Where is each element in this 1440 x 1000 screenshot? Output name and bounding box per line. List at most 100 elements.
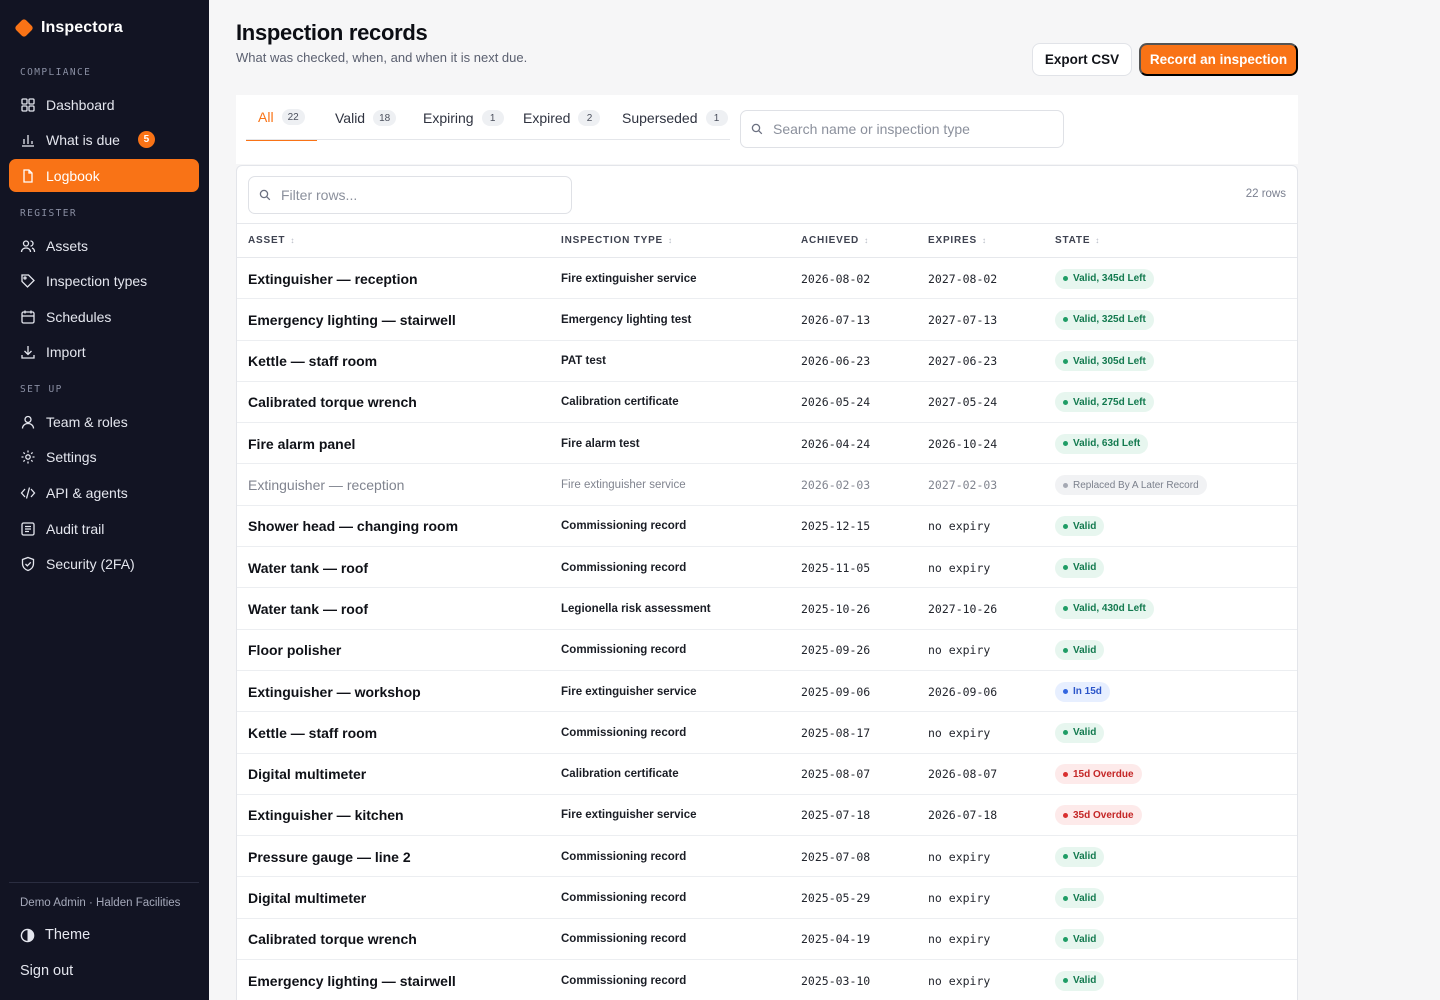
table-row[interactable]: Extinguisher — workshop Fire extinguisher…	[237, 671, 1297, 713]
table-row[interactable]: Pressure gauge — line 2 Commissioning rec…	[237, 836, 1297, 878]
table-row[interactable]: Shower head — changing room Commissioning…	[237, 506, 1297, 548]
achieved-date: 2025-12-15	[801, 519, 871, 534]
asset-name[interactable]: Extinguisher — workshop	[248, 671, 421, 712]
table-row[interactable]: Fire alarm panel Fire alarm test 2026-04-2…	[237, 423, 1297, 465]
asset-name[interactable]: Calibrated torque wrench	[248, 382, 417, 423]
status-text: Valid	[1073, 975, 1097, 987]
asset-name[interactable]: Digital multimeter	[248, 878, 366, 919]
sidebar-item-team-roles[interactable]: Team & roles	[9, 405, 199, 438]
sidebar-item-settings[interactable]: Settings	[9, 440, 199, 473]
asset-name[interactable]: Extinguisher — reception	[248, 465, 404, 506]
table-row[interactable]: Calibrated torque wrench Calibration cert…	[237, 382, 1297, 424]
asset-name[interactable]: Water tank — roof	[248, 547, 368, 588]
status-badge: In 15d	[1055, 681, 1110, 702]
table-row[interactable]: Digital multimeter Commissioning record 20…	[237, 878, 1297, 919]
table-row[interactable]: Floor polisher Commissioning record 2025-0…	[237, 630, 1297, 671]
tab-expiring[interactable]: Expiring 1	[411, 95, 516, 141]
table-row[interactable]: Water tank — roof Legionella risk assessm…	[237, 588, 1297, 630]
table-row[interactable]: Extinguisher — reception Fire extinguishe…	[237, 258, 1297, 300]
status-dot-icon	[1063, 482, 1068, 488]
record-inspection-button[interactable]: Record an inspection	[1139, 43, 1298, 76]
status-text: Valid	[1073, 933, 1097, 945]
inspection-type: Fire extinguisher service	[561, 479, 686, 491]
asset-name[interactable]: Emergency lighting — stairwell	[248, 960, 456, 1000]
asset-name[interactable]: Extinguisher — kitchen	[248, 795, 404, 836]
export-csv-button[interactable]: Export CSV	[1032, 43, 1132, 76]
table-row[interactable]: Calibrated torque wrench Commissioning re…	[237, 919, 1297, 961]
achieved-date: 2026-02-03	[801, 478, 871, 492]
column-header-achieved[interactable]: ACHIEVED ↕	[801, 224, 869, 257]
state-cell: Valid, 305d Left	[1055, 341, 1154, 382]
column-header-inspection-type[interactable]: INSPECTION TYPE ↕	[561, 224, 673, 257]
bar-chart-icon	[22, 134, 34, 147]
state-cell: Valid, 345d Left	[1055, 258, 1154, 299]
table-row[interactable]: Emergency lighting — stairwell Emergency …	[237, 299, 1297, 341]
status-text: Valid, 430d Left	[1073, 603, 1146, 615]
contrast-icon	[20, 928, 35, 942]
column-header-asset[interactable]: ASSET ↕	[248, 224, 295, 257]
status-text: Valid, 345d Left	[1073, 273, 1146, 284]
sidebar-item-audit-trail[interactable]: Audit trail	[9, 512, 199, 545]
status-badge: Valid, 345d Left	[1055, 268, 1154, 289]
asset-name[interactable]: Calibrated torque wrench	[248, 919, 417, 960]
status-badge: Valid	[1055, 516, 1105, 537]
column-header-expires[interactable]: EXPIRES ↕	[928, 224, 987, 257]
achieved-date: 2025-10-26	[801, 601, 871, 616]
sidebar-item-api-agents[interactable]: API & agents	[9, 476, 199, 509]
expires-date: 2027-05-24	[928, 395, 998, 410]
table-row[interactable]: Water tank — roof Commissioning record 202…	[237, 547, 1297, 589]
asset-name[interactable]: Kettle — staff room	[248, 341, 377, 382]
tab-valid[interactable]: Valid 18	[323, 95, 408, 141]
asset-name[interactable]: Emergency lighting — stairwell	[248, 299, 456, 340]
tab-superseded[interactable]: Superseded 1	[610, 95, 740, 141]
status-text: Valid, 275d Left	[1073, 396, 1146, 408]
sidebar-item-what-is-due[interactable]: What is due 5	[9, 123, 199, 156]
table-row[interactable]: Kettle — staff room PAT test 2026-06-23 202…	[237, 341, 1297, 382]
theme-toggle[interactable]: Theme	[20, 927, 90, 943]
tab-all[interactable]: All 22	[246, 95, 317, 141]
sidebar-item-assets[interactable]: Assets	[9, 229, 199, 262]
state-cell: Valid, 63d Left	[1055, 423, 1149, 464]
asset-name[interactable]: Extinguisher — reception	[248, 258, 418, 299]
brand[interactable]: Inspectora	[14, 16, 123, 40]
status-dot-icon	[1063, 441, 1068, 447]
achieved-date: 2026-05-24	[801, 395, 871, 410]
asset-name[interactable]: Water tank — roof	[248, 588, 368, 629]
search-field[interactable]	[740, 110, 1064, 148]
achieved-date: 2025-11-05	[801, 560, 871, 575]
asset-name[interactable]: Pressure gauge — line 2	[248, 836, 411, 877]
sidebar-item-security[interactable]: Security (2FA)	[9, 547, 199, 580]
asset-name[interactable]: Digital multimeter	[248, 754, 366, 795]
tab-expired[interactable]: Expired 2	[511, 95, 612, 141]
table-row[interactable]: Extinguisher — reception Fire extinguishe…	[237, 465, 1297, 506]
filter-input[interactable]	[281, 187, 551, 203]
expires-date: 2027-07-13	[928, 312, 998, 327]
column-header-state[interactable]: STATE ↕	[1055, 224, 1100, 257]
asset-name[interactable]: Kettle — staff room	[248, 712, 377, 753]
table-row[interactable]: Extinguisher — kitchen Fire extinguisher …	[237, 795, 1297, 837]
sidebar-item-schedules[interactable]: Schedules	[9, 300, 199, 333]
asset-name[interactable]: Floor polisher	[248, 630, 341, 671]
sidebar-item-import[interactable]: Import	[9, 335, 199, 368]
table-row[interactable]: Kettle — staff room Commissioning record 2…	[237, 712, 1297, 754]
asset-name[interactable]: Shower head — changing room	[248, 506, 458, 547]
table-row[interactable]: Emergency lighting — stairwell Commission…	[237, 960, 1297, 1000]
sidebar-item-dashboard[interactable]: Dashboard	[9, 88, 199, 121]
inspection-type: Commissioning record	[561, 561, 687, 574]
search-input[interactable]	[773, 121, 1043, 137]
status-dot-icon	[1063, 771, 1068, 777]
filter-tabs-bar: All 22 Valid 18 Expiring 1 Expired 2 Sup…	[236, 95, 1298, 164]
inspection-type: Commissioning record	[561, 974, 687, 987]
asset-name[interactable]: Fire alarm panel	[248, 423, 355, 464]
sidebar-item-label: Settings	[46, 448, 97, 465]
achieved-date: 2026-08-02	[801, 271, 871, 286]
grid-icon	[21, 97, 35, 112]
table-row[interactable]: Digital multimeter Calibration certificat…	[237, 754, 1297, 795]
sidebar-item-logbook[interactable]: Logbook	[9, 159, 199, 192]
filter-field[interactable]	[248, 176, 572, 214]
expires-date: 2026-07-18	[928, 808, 998, 823]
code-icon	[20, 486, 36, 499]
sidebar-item-inspection-types[interactable]: Inspection types	[9, 264, 199, 297]
sign-out-link[interactable]: Sign out	[20, 963, 73, 979]
current-user: Demo Admin · Halden Facilities	[20, 897, 181, 909]
